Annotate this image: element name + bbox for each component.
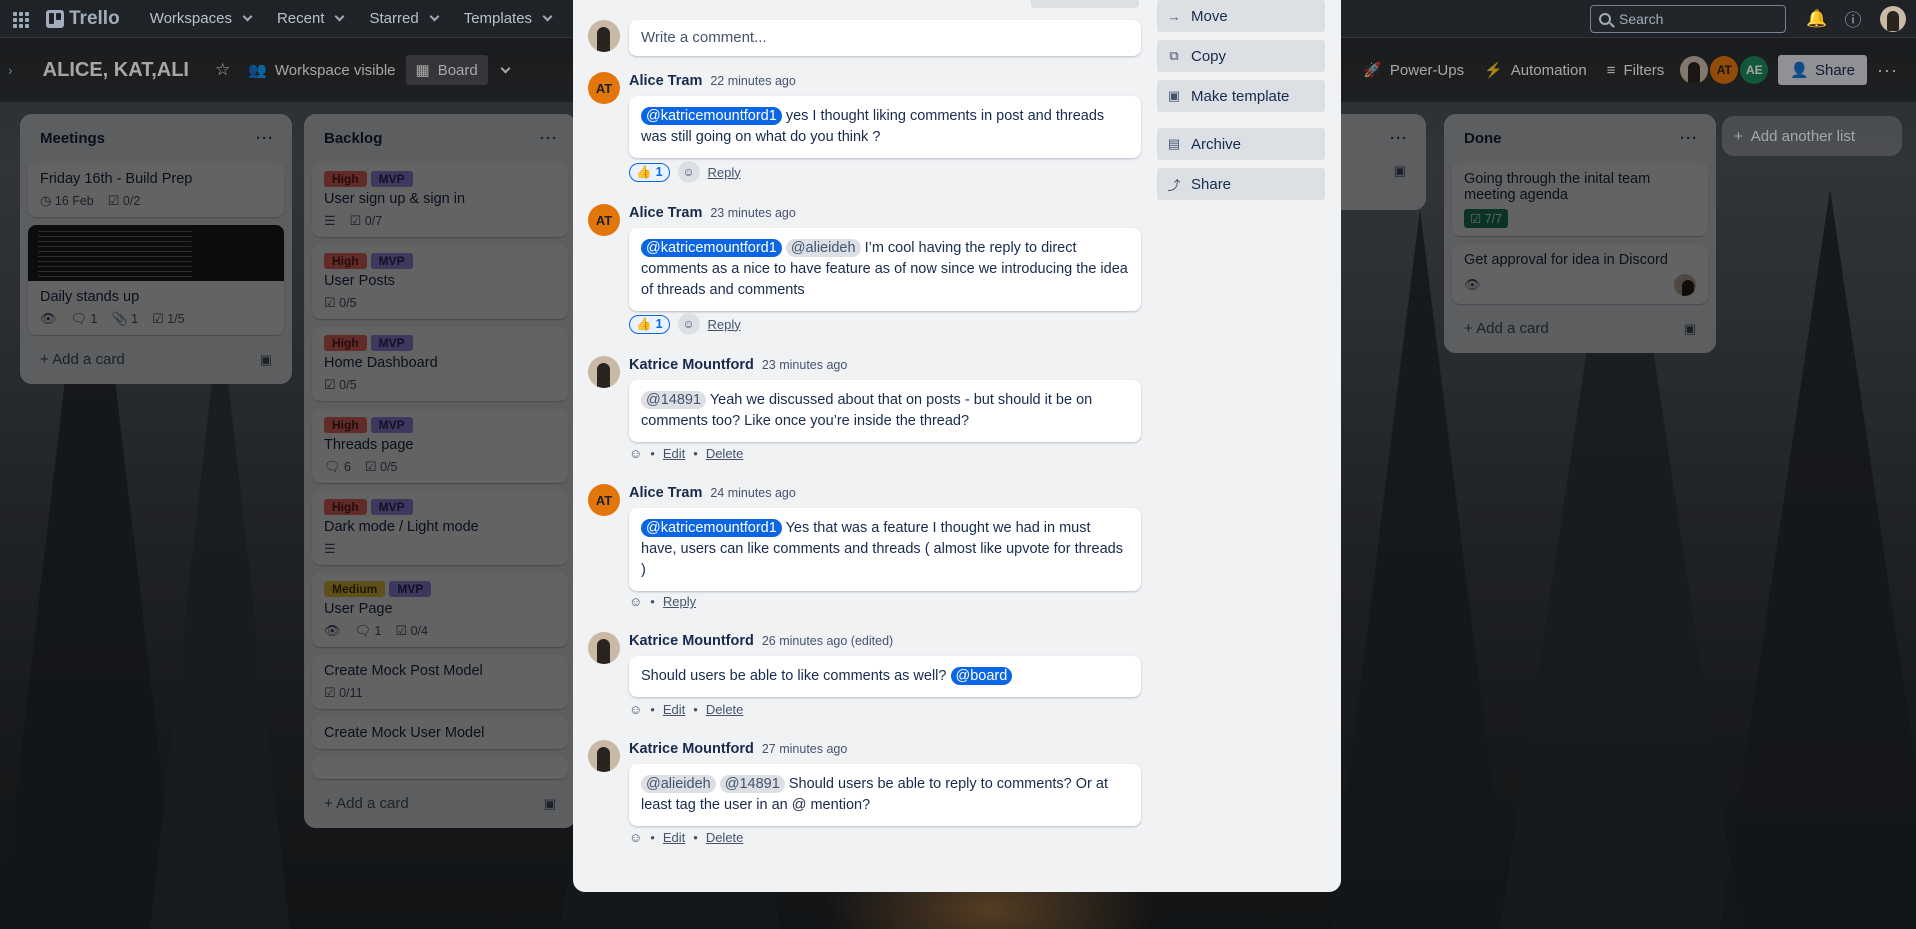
avatar [588, 20, 620, 52]
mention[interactable]: @alieideh [785, 239, 861, 257]
chevron-down-icon [429, 11, 440, 22]
mention[interactable]: @katricemountford1 [641, 519, 782, 537]
comment-actions: ☺ • Edit • Delete [629, 446, 744, 461]
share-icon: ⤴ [1167, 177, 1181, 193]
chevron-down-icon [242, 11, 253, 22]
comment-input[interactable]: Write a comment... [629, 20, 1141, 56]
comment-body: Should users be able to like comments as… [629, 656, 1141, 697]
comment-text: Yeah we discussed about that on posts - … [641, 392, 1093, 429]
search-icon [1599, 12, 1611, 25]
copy-button[interactable]: ⧉ Copy [1157, 40, 1325, 72]
thumbs-up-icon: 👍 [636, 316, 652, 331]
mention[interactable]: @katricemountford1 [641, 107, 782, 125]
workspaces-menu[interactable]: Workspaces [140, 4, 261, 33]
mention[interactable]: @14891 [641, 391, 707, 409]
thumbs-up-icon: 👍 [636, 164, 652, 179]
comment-author[interactable]: Katrice Mountford [629, 357, 754, 373]
edit-link[interactable]: Edit [663, 446, 685, 461]
reaction-pill[interactable]: 👍 1 [629, 162, 670, 182]
copy-icon: ⧉ [1169, 48, 1179, 63]
activity-toggle-button[interactable] [1031, 0, 1139, 8]
chevron-down-icon [335, 11, 345, 22]
comment-author[interactable]: Katrice Mountford [629, 741, 754, 757]
delete-link[interactable]: Delete [706, 446, 744, 461]
comment-author[interactable]: Katrice Mountford [629, 633, 754, 649]
notifications-icon[interactable]: 🔔 [1802, 4, 1832, 34]
reply-link[interactable]: Reply [708, 317, 741, 332]
comment-header: Katrice Mountford 23 minutes ago [629, 357, 847, 373]
chevron-down-icon [542, 11, 553, 22]
add-reaction-icon[interactable]: ☺ [629, 446, 642, 461]
avatar [588, 632, 620, 664]
reply-link[interactable]: Reply [663, 594, 696, 609]
comment-actions: ☺ • Edit • Delete [629, 830, 744, 845]
delete-link[interactable]: Delete [706, 702, 744, 717]
comment-header: Alice Tram 22 minutes ago [629, 73, 796, 89]
avatar [588, 740, 620, 772]
mention[interactable]: @katricemountford1 [641, 239, 782, 257]
comment-text: Should users be able to like comments as… [641, 668, 947, 684]
add-reaction-icon[interactable]: ☺ [629, 830, 642, 845]
archive-button[interactable]: ▤ Archive [1157, 128, 1325, 160]
share-card-button[interactable]: ⤴ Share [1157, 168, 1325, 200]
comment-author[interactable]: Alice Tram [629, 485, 702, 501]
comment-time[interactable]: 24 minutes ago [710, 486, 795, 500]
move-button[interactable]: → Move [1157, 0, 1325, 32]
comment-time[interactable]: 26 minutes ago (edited) [762, 634, 893, 648]
comment-actions: 👍 1 ☺ Reply [629, 313, 741, 335]
comment-actions: ☺ • Edit • Delete [629, 702, 744, 717]
mention[interactable]: @board [950, 667, 1013, 685]
trello-logo[interactable]: Trello [46, 8, 120, 30]
comment-author[interactable]: Alice Tram [629, 73, 702, 89]
template-icon: ▣ [1167, 88, 1181, 103]
reply-link[interactable]: Reply [708, 165, 741, 180]
comment-body: @alieideh @14891 Should users be able to… [629, 764, 1141, 826]
card-detail-modal: Write a comment... AT Alice Tram 22 minut… [573, 0, 1341, 892]
comment-time[interactable]: 22 minutes ago [710, 74, 795, 88]
avatar: AT [588, 72, 620, 104]
avatar [588, 356, 620, 388]
trello-logo-icon [46, 9, 64, 28]
add-reaction-icon[interactable]: ☺ [677, 313, 700, 335]
comment-actions: ☺ • Reply [629, 594, 697, 609]
recent-menu[interactable]: Recent [267, 4, 354, 33]
comment-author[interactable]: Alice Tram [629, 205, 702, 221]
comment-body: @14891 Yeah we discussed about that on p… [629, 380, 1141, 442]
delete-link[interactable]: Delete [706, 830, 744, 845]
add-reaction-icon[interactable]: ☺ [629, 594, 642, 609]
help-icon[interactable]: ⓘ [1838, 4, 1868, 34]
edit-link[interactable]: Edit [663, 830, 685, 845]
comment-header: Alice Tram 24 minutes ago [629, 485, 796, 501]
arrow-right-icon: → [1167, 8, 1181, 24]
comment-body: @katricemountford1 yes I thought liking … [629, 96, 1141, 158]
avatar: AT [588, 484, 620, 516]
comment-time[interactable]: 23 minutes ago [710, 206, 795, 220]
reaction-pill[interactable]: 👍 1 [629, 314, 670, 334]
archive-icon: ▤ [1167, 136, 1181, 151]
app-switcher-icon[interactable] [10, 9, 30, 29]
comment-body: @katricemountford1 Yes that was a featur… [629, 508, 1141, 591]
comment-body: @katricemountford1 @alieideh I’m cool ha… [629, 228, 1141, 311]
add-reaction-icon[interactable]: ☺ [629, 702, 642, 717]
account-avatar[interactable] [1880, 5, 1906, 32]
comment-time[interactable]: 23 minutes ago [762, 358, 847, 372]
mention[interactable]: @alieideh [641, 775, 716, 793]
search-input[interactable]: Search [1590, 4, 1786, 33]
avatar: AT [588, 204, 620, 236]
starred-menu[interactable]: Starred [359, 4, 447, 33]
make-template-button[interactable]: ▣ Make template [1157, 80, 1325, 112]
templates-menu[interactable]: Templates [454, 4, 561, 33]
edit-link[interactable]: Edit [663, 702, 685, 717]
comment-actions: 👍 1 ☺ Reply [629, 161, 741, 183]
add-reaction-icon[interactable]: ☺ [677, 161, 700, 183]
comment-header: Alice Tram 23 minutes ago [629, 205, 796, 221]
comment-header: Katrice Mountford 26 minutes ago (edited) [629, 633, 893, 649]
comment-header: Katrice Mountford 27 minutes ago [629, 741, 847, 757]
mention[interactable]: @14891 [719, 775, 785, 793]
comment-time[interactable]: 27 minutes ago [762, 742, 847, 756]
